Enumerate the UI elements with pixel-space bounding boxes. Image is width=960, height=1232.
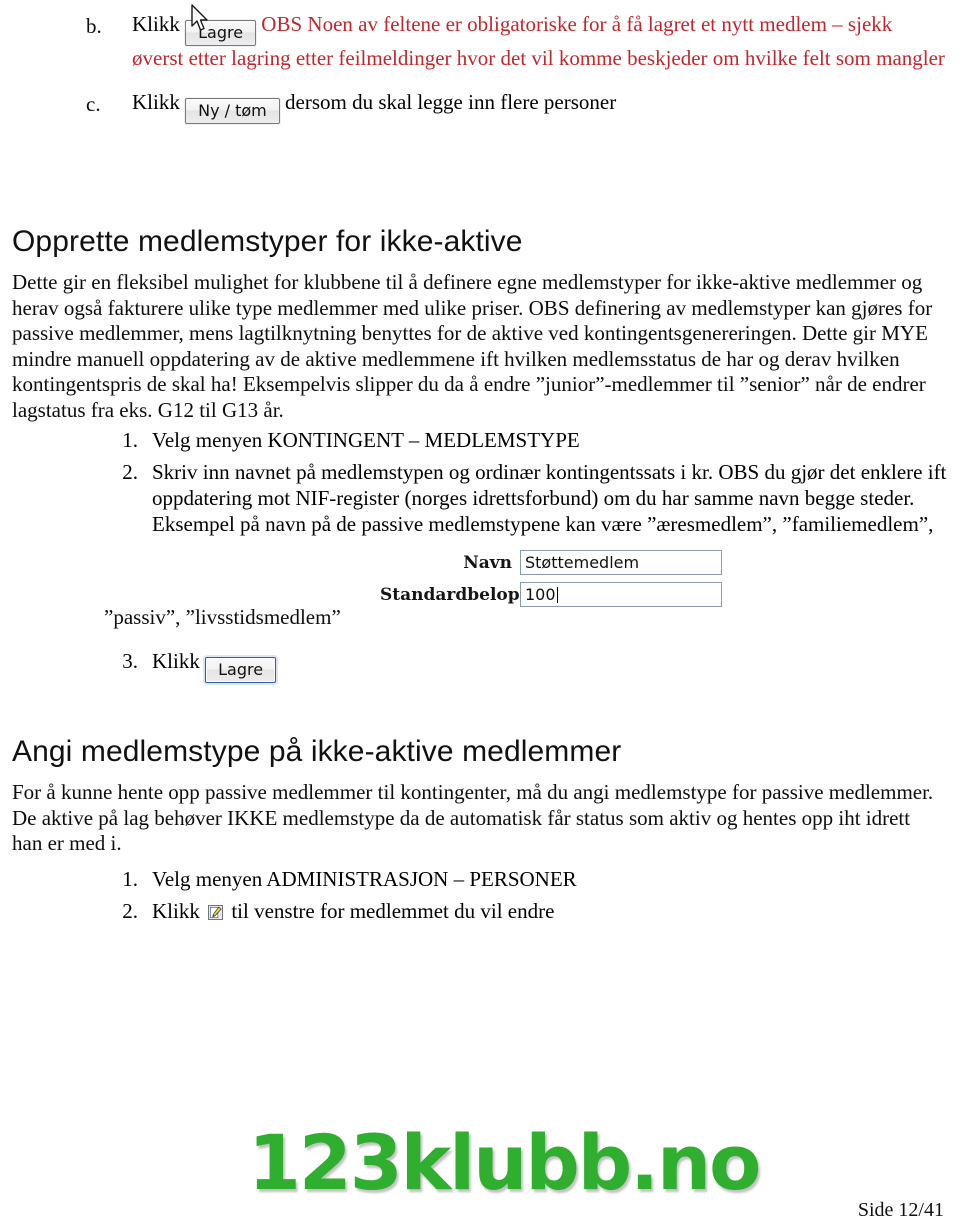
navn-label: Navn (463, 552, 512, 573)
list-body-c: Klikk Ny / tøm dersom du skal legge inn … (132, 90, 946, 124)
step-text-3: Klikk Lagre (152, 648, 512, 683)
lagre-button-focused[interactable]: Lagre (205, 657, 277, 683)
standardbelop-input[interactable]: 100 (520, 582, 722, 607)
section-one-paragraph: Dette gir en fleksibel mulighet for klub… (12, 270, 933, 422)
step2-suffix-text: til venstre for medlemmet du vil endre (231, 899, 555, 923)
step-text-1: Velg menyen KONTINGENT – MEDLEMSTYPE (152, 428, 580, 452)
klikk-label-3: Klikk (152, 649, 200, 673)
step-marker-3: 3. (122, 649, 138, 673)
edit-pencil-icon[interactable] (208, 905, 224, 920)
step2-item-1: 1. Velg menyen ADMINISTRASJON – PERSONER (112, 866, 912, 892)
page-title-angi-medlemstype: Angi medlemstype på ikke-aktive medlemme… (12, 735, 622, 768)
step2-text-2: Klikk til venstre for medlemmet du vil e… (152, 898, 912, 924)
step-item-2: 2. Skriv inn navnet på medlemstypen og o… (112, 459, 948, 537)
section-one-steps: 1. Velg menyen KONTINGENT – MEDLEMSTYPE … (112, 427, 948, 540)
ny-tom-button[interactable]: Ny / tøm (185, 97, 280, 124)
form-row-navn: Navn Støttemedlem (380, 550, 725, 575)
form-row-standardbelop: Standardbelop 100 (380, 582, 725, 607)
list-body-b: Klikk Lagre OBS Noen av feltene er oblig… (132, 12, 946, 72)
lagre-button[interactable]: Lagre (185, 20, 257, 46)
section-two-steps: 1. Velg menyen ADMINISTRASJON – PERSONER… (112, 866, 912, 927)
section-one-step-three: 3. Klikk Lagre (112, 648, 512, 686)
navn-input[interactable]: Støttemedlem (520, 550, 722, 575)
klikk-label-b: Klikk (132, 12, 180, 36)
medlemstype-form: Navn Støttemedlem Standardbelop 100 (380, 550, 725, 614)
step2-item-2: 2. Klikk til venstre for medlemmet du vi… (112, 898, 912, 924)
klikk-label-step2: Klikk (152, 899, 200, 923)
page-title-opprette-medlemstyper: Opprette medlemstyper for ikke-aktive (12, 225, 523, 258)
section-two-paragraph: For å kunne hente opp passive medlemmer … (12, 780, 934, 855)
step-marker-2: 2. (122, 460, 138, 484)
step-marker-1: 1. (122, 428, 138, 452)
brand-logo: 123klubb.no (248, 1118, 761, 1207)
list-item-c: c. Klikk Ny / tøm dersom du skal legge i… (86, 90, 946, 124)
step-text-2: Skriv inn navnet på medlemstypen og ordi… (152, 460, 947, 536)
text-caret (556, 587, 558, 603)
ny-tom-description: dersom du skal legge inn flere personer (285, 89, 617, 114)
step-item-3: 3. Klikk Lagre (112, 648, 512, 683)
document-page: b. Klikk Lagre OBS Noen av feltene er ob… (0, 0, 960, 1232)
page-number-footer: Side 12/41 (857, 1199, 944, 1221)
alpha-list: b. Klikk Lagre OBS Noen av feltene er ob… (86, 12, 946, 128)
klikk-label-c: Klikk (132, 89, 180, 114)
step-item-1: 1. Velg menyen KONTINGENT – MEDLEMSTYPE (112, 427, 948, 453)
step2-marker-1: 1. (122, 867, 138, 891)
list-marker-c: c. (86, 91, 101, 116)
step2-text-1: Velg menyen ADMINISTRASJON – PERSONER (152, 867, 577, 891)
list-item-b: b. Klikk Lagre OBS Noen av feltene er ob… (86, 12, 946, 72)
step2-marker-2: 2. (122, 899, 138, 923)
standardbelop-label: Standardbelop (380, 584, 520, 605)
list-marker-b: b. (86, 14, 102, 38)
standardbelop-value: 100 (525, 585, 556, 604)
trailing-examples-text: ”passiv”, ”livsstidsmedlem” (104, 605, 341, 629)
